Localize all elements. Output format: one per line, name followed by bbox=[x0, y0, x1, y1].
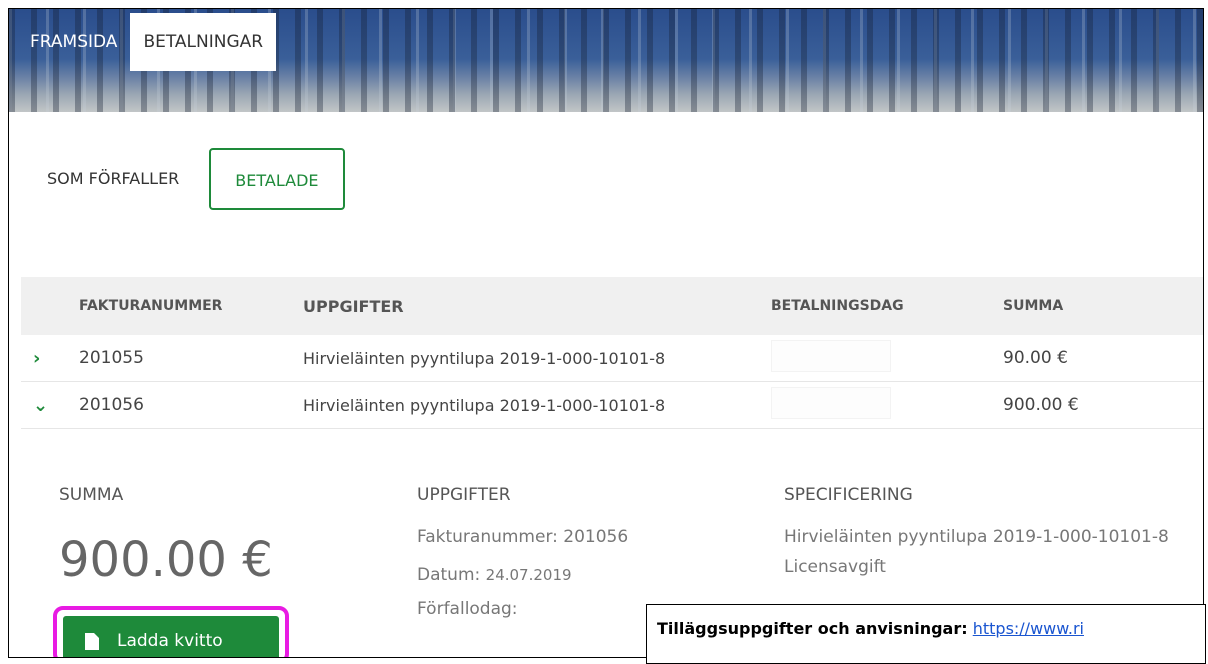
row-payment-date bbox=[771, 339, 1003, 377]
header-details: UPPGIFTER bbox=[303, 296, 404, 316]
uppgifter-label: UPPGIFTER bbox=[417, 485, 511, 505]
main-nav: FRAMSIDA BETALNINGAR bbox=[17, 13, 277, 71]
table-row[interactable]: ⌄ 201056 Hirvieläinten pyyntilupa 2019-1… bbox=[21, 382, 1203, 429]
specification-line-2: Licensavgift bbox=[784, 557, 886, 577]
row-details: Hirvieläinten pyyntilupa 2019-1-000-1010… bbox=[303, 348, 666, 368]
redacted-date bbox=[771, 386, 891, 419]
tab-framsida[interactable]: FRAMSIDA bbox=[17, 13, 130, 71]
date-value: 24.07.2019 bbox=[485, 566, 572, 584]
summa-label: SUMMA bbox=[59, 485, 124, 505]
row-payment-date bbox=[771, 386, 1003, 424]
callout-heading: Tilläggsuppgifter och anvisningar: bbox=[657, 619, 968, 638]
table-row[interactable]: › 201055 Hirvieläinten pyyntilupa 2019-1… bbox=[21, 335, 1203, 382]
document-icon bbox=[85, 632, 99, 650]
due-date-label: Förfallodag: bbox=[417, 599, 518, 619]
payments-table: FAKTURANUMMER UPPGIFTER BETALNINGSDAG SU… bbox=[21, 277, 1203, 429]
header-invoice-number: FAKTURANUMMER bbox=[79, 298, 223, 314]
date-line: Datum: 24.07.2019 bbox=[417, 565, 572, 585]
header-sum: SUMMA bbox=[1003, 298, 1064, 314]
header-payment-date: BETALNINGSDAG bbox=[771, 298, 904, 314]
row-invoice-number: 201056 bbox=[79, 395, 144, 415]
redacted-date bbox=[771, 339, 891, 372]
callout-link[interactable]: https://www.ri bbox=[973, 619, 1084, 638]
specification-label: SPECIFICERING bbox=[784, 485, 913, 505]
payment-subtabs: SOM FÖRFALLER BETALADE bbox=[31, 148, 345, 210]
app-frame: FRAMSIDA BETALNINGAR SOM FÖRFALLER BETAL… bbox=[8, 8, 1204, 658]
download-highlight: Ladda kvitto bbox=[53, 606, 289, 657]
chevron-down-icon[interactable]: ⌄ bbox=[21, 395, 79, 416]
row-invoice-number: 201055 bbox=[79, 348, 144, 368]
summa-value: 900.00 € bbox=[59, 532, 273, 588]
invoice-number-line: Fakturanummer: 201056 bbox=[417, 527, 629, 547]
row-sum: 90.00 € bbox=[1003, 348, 1068, 368]
info-callout: Tilläggsuppgifter och anvisningar: https… bbox=[646, 604, 1206, 664]
subtab-paid[interactable]: BETALADE bbox=[209, 148, 345, 210]
date-label: Datum: bbox=[417, 565, 481, 585]
row-sum: 900.00 € bbox=[1003, 395, 1079, 415]
row-details: Hirvieläinten pyyntilupa 2019-1-000-1010… bbox=[303, 395, 666, 415]
top-sliver bbox=[0, 0, 1208, 8]
download-receipt-label: Ladda kvitto bbox=[117, 631, 223, 651]
subtab-due[interactable]: SOM FÖRFALLER bbox=[31, 148, 195, 210]
chevron-right-icon[interactable]: › bbox=[21, 348, 79, 369]
tab-betalningar[interactable]: BETALNINGAR bbox=[130, 13, 277, 71]
table-header: FAKTURANUMMER UPPGIFTER BETALNINGSDAG SU… bbox=[21, 277, 1203, 335]
specification-line-1: Hirvieläinten pyyntilupa 2019-1-000-1010… bbox=[784, 527, 1169, 547]
header-banner: FRAMSIDA BETALNINGAR bbox=[9, 9, 1203, 112]
download-receipt-button[interactable]: Ladda kvitto bbox=[63, 616, 279, 657]
